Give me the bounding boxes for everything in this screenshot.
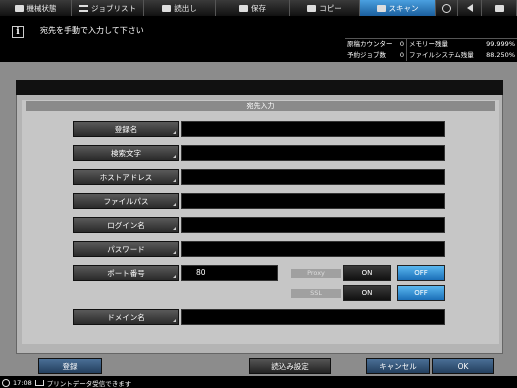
machine-icon xyxy=(14,4,24,12)
panel-title: 宛先入力 xyxy=(26,101,495,111)
tab-copy[interactable]: コピー xyxy=(290,0,360,16)
cancel-button[interactable]: キャンセル xyxy=(366,358,430,374)
tab-recall[interactable]: 読出し xyxy=(144,0,216,16)
reg-name-button[interactable]: 登録名 xyxy=(73,121,179,137)
search-text-button[interactable]: 検索文字 xyxy=(73,145,179,161)
domain-name-button[interactable]: ドメイン名 xyxy=(73,309,179,325)
job-list-icon xyxy=(79,4,88,12)
tray-icon xyxy=(34,379,44,386)
file-path-field[interactable] xyxy=(181,193,445,209)
ssl-label: SSL xyxy=(291,289,341,298)
info-icon: i xyxy=(12,26,24,38)
counter-label: 原稿カウンター xyxy=(347,40,393,48)
save-icon xyxy=(239,4,248,12)
reserve-label: 予約ジョブ数 xyxy=(347,51,386,59)
proxy-label: Proxy xyxy=(291,269,341,278)
fs-value: 88.250% xyxy=(486,51,515,59)
host-address-field[interactable] xyxy=(181,169,445,185)
domain-name-field[interactable] xyxy=(181,309,445,325)
register-button[interactable]: 登録 xyxy=(38,358,102,374)
host-address-button[interactable]: ホストアドレス xyxy=(73,169,179,185)
file-path-button[interactable]: ファイルパス xyxy=(73,193,179,209)
reserve-value: 0 xyxy=(399,51,404,59)
port-number-field[interactable]: 80 xyxy=(181,265,278,281)
dialog-header xyxy=(16,80,503,95)
recall-icon xyxy=(162,4,172,12)
ok-button[interactable]: OK xyxy=(432,358,494,374)
instruction-message: 宛先を手動で入力して下さい xyxy=(40,26,144,35)
port-number-button[interactable]: ポート番号 xyxy=(73,265,179,281)
memory-value: 99.999% xyxy=(486,40,515,48)
message-area xyxy=(0,17,345,61)
tab-job-list[interactable]: ジョブリスト xyxy=(72,0,144,16)
scan-icon xyxy=(376,4,386,12)
help-button[interactable] xyxy=(482,0,517,16)
login-name-button[interactable]: ログイン名 xyxy=(73,217,179,233)
fs-label: ファイルシステム残量 xyxy=(409,51,474,59)
ssl-off-button[interactable]: OFF xyxy=(397,285,445,301)
ssl-on-button[interactable]: ON xyxy=(343,285,391,301)
copy-icon xyxy=(307,4,317,12)
top-tab-bar: 機械状態 ジョブリスト 読出し 保存 コピー スキャン xyxy=(0,0,517,16)
read-settings-button[interactable]: 読込み設定 xyxy=(249,358,331,374)
tab-save[interactable]: 保存 xyxy=(216,0,290,16)
volume-button[interactable] xyxy=(458,0,482,16)
tab-machine-status[interactable]: 機械状態 xyxy=(0,0,72,16)
counter-value: 0 xyxy=(399,40,404,48)
proxy-off-button[interactable]: OFF xyxy=(397,265,445,281)
password-button[interactable]: パスワード xyxy=(73,241,179,257)
search-text-field[interactable] xyxy=(181,145,445,161)
help-icon xyxy=(494,4,504,12)
globe-button[interactable] xyxy=(436,0,458,16)
globe-icon xyxy=(442,3,451,13)
memory-label: メモリー残量 xyxy=(409,40,448,48)
speaker-icon xyxy=(466,4,473,12)
status-bar: 17:08 プリントデータ受信できます xyxy=(0,377,517,388)
reg-name-field[interactable] xyxy=(181,121,445,137)
tab-scan[interactable]: スキャン xyxy=(360,0,436,16)
proxy-on-button[interactable]: ON xyxy=(343,265,391,281)
status-time: 17:08 xyxy=(13,378,32,387)
status-text: プリントデータ受信できます xyxy=(46,379,132,388)
clock-icon xyxy=(2,378,10,387)
status-panel: 0 原稿カウンター 99.999% メモリー残量 0 予約ジョブ数 88.250% ファ… xyxy=(345,38,517,61)
login-name-field[interactable] xyxy=(181,217,445,233)
password-field[interactable] xyxy=(181,241,445,257)
